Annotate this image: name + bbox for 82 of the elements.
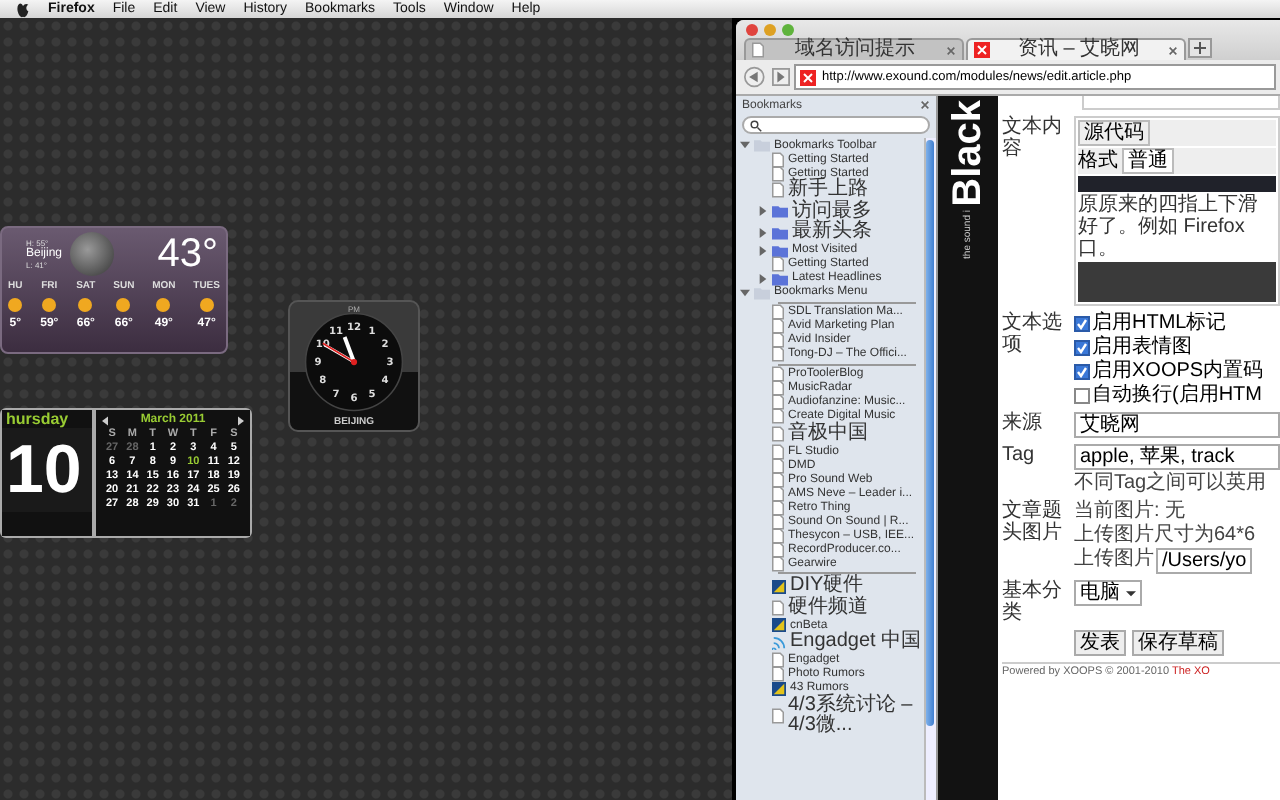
form-button[interactable]: 发表	[1074, 630, 1126, 656]
field-label: 文本选项	[1002, 312, 1064, 360]
site-logo-icon	[974, 42, 990, 58]
search-icon	[750, 119, 762, 131]
folder-icon	[754, 138, 770, 152]
browser-tab[interactable]: 资讯 – 艾晓网	[966, 38, 1186, 60]
sun-icon	[42, 298, 57, 312]
bookmark-item[interactable]: 音极中国	[788, 423, 868, 444]
weekday-label: hursday	[4, 410, 71, 428]
bookmark-item[interactable]: 硬件频道	[788, 597, 868, 618]
sun-icon	[116, 298, 131, 312]
sun-icon	[78, 298, 93, 312]
page-icon	[772, 599, 784, 616]
size-note: 上传图片尺寸为64*6	[1074, 524, 1258, 546]
forward-icon[interactable]	[772, 68, 790, 86]
text-field[interactable]	[1082, 96, 1280, 110]
bookmark-item[interactable]: 最新头条	[792, 222, 872, 243]
paragraph: 原原来的四指上下滑好了。例如 Firefox 口。	[1078, 194, 1260, 260]
checkbox[interactable]	[1074, 339, 1090, 355]
scrollbar[interactable]	[924, 138, 936, 800]
current-temperature: 43°	[157, 231, 218, 277]
current-image-text: 当前图片: 无	[1074, 500, 1188, 522]
disclosure-triangle-icon[interactable]	[740, 140, 750, 150]
sun-icon	[156, 298, 171, 312]
site-favicon-icon	[772, 579, 786, 594]
browser-tab[interactable]: 域名访问提示	[744, 38, 964, 60]
checkbox-label: 启用XOOPS内置码	[1092, 360, 1264, 382]
apple-logo-icon[interactable]	[16, 1, 30, 17]
disclosure-triangle-icon[interactable]	[758, 227, 768, 238]
close-tab-icon[interactable]	[1168, 45, 1178, 55]
close-tab-icon[interactable]	[946, 45, 956, 55]
previous-month-icon[interactable]	[102, 415, 108, 425]
bookmark-item[interactable]: 访问最多	[792, 201, 872, 222]
disclosure-triangle-icon[interactable]	[758, 273, 768, 283]
field-label: 文本内容	[1002, 116, 1064, 164]
checkbox-label: 启用表情图	[1092, 336, 1192, 358]
feed-icon	[772, 635, 786, 650]
day-number: 10	[2, 428, 92, 512]
dropdown-arrow-icon	[1126, 588, 1136, 598]
site-favicon-icon	[772, 618, 786, 632]
tag-field[interactable]: apple, 苹果, track	[1074, 444, 1280, 470]
next-month-icon[interactable]	[237, 415, 244, 425]
bookmark-item[interactable]: DIY硬件	[790, 576, 864, 597]
bookmark-item[interactable]: Engadget 中国	[790, 632, 922, 653]
category-dropdown[interactable]: 电脑	[1074, 580, 1142, 606]
bookmark-item[interactable]: 新手上路	[788, 180, 868, 201]
checkbox[interactable]	[1074, 363, 1090, 379]
field-label: 文章题头图片	[1002, 500, 1064, 548]
bookmark-item[interactable]: 4/3系统讨论 – 4/3微...	[788, 695, 924, 737]
site-logo-icon	[800, 69, 816, 85]
rich-text-editor[interactable]: 源代码 格式 普通 原原来的四指上下滑好了。例如 Firefox 口。	[1074, 116, 1280, 306]
sun-icon	[199, 298, 214, 312]
checkbox-label: 启用HTML标记	[1092, 312, 1227, 334]
field-label: Tag	[1002, 444, 1037, 470]
format-label: 格式	[1078, 150, 1118, 172]
site-logo: Black	[946, 100, 990, 207]
disclosure-triangle-icon[interactable]	[740, 287, 750, 297]
source-code-button[interactable]: 源代码	[1078, 120, 1150, 146]
page-icon	[752, 42, 764, 58]
file-field[interactable]: /Users/yo	[1156, 548, 1253, 574]
new-tab-icon[interactable]	[1188, 38, 1212, 58]
source-field[interactable]: 艾晓网	[1074, 412, 1280, 438]
checkbox[interactable]	[1074, 315, 1090, 331]
checkbox[interactable]	[1074, 387, 1090, 403]
form-button[interactable]: 保存草稿	[1132, 630, 1224, 656]
upload-label: 上传图片	[1074, 548, 1154, 574]
close-window-icon[interactable]	[746, 24, 758, 36]
moon-icon	[70, 232, 115, 276]
disclosure-triangle-icon[interactable]	[758, 245, 768, 255]
checkbox-label: 自动换行(启用HTM	[1092, 384, 1262, 406]
page-icon	[772, 708, 784, 724]
field-label: 基本分类	[1002, 580, 1064, 624]
format-dropdown[interactable]: 普通	[1122, 148, 1174, 174]
page-icon	[772, 256, 784, 272]
close-icon[interactable]	[920, 100, 930, 110]
field-label: 来源	[1002, 412, 1044, 438]
disclosure-triangle-icon[interactable]	[758, 206, 768, 217]
hint-text: 不同Tag之间可以英用	[1074, 472, 1269, 494]
back-icon[interactable]	[744, 66, 768, 88]
search-field[interactable]	[742, 116, 930, 134]
scrollbar-thumb[interactable]	[926, 140, 934, 727]
sun-icon	[8, 298, 23, 312]
